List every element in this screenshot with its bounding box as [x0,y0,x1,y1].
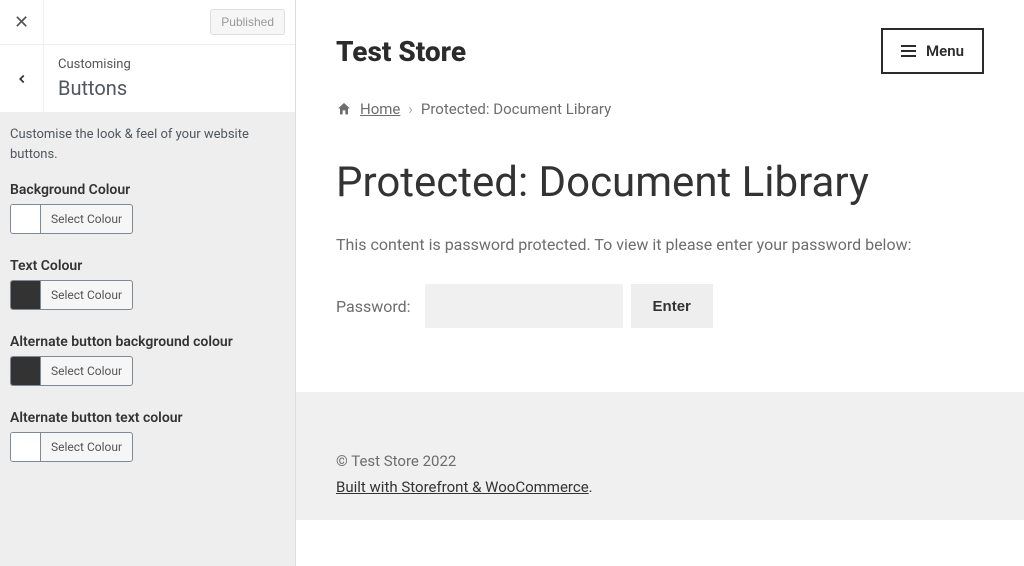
color-swatch [11,204,41,234]
color-swatch [11,432,41,462]
password-label: Password: [336,297,411,316]
page-title: Protected: Document Library [336,158,984,207]
breadcrumb-home-link[interactable]: Home [360,100,400,118]
color-swatch [11,280,41,310]
control-alt-background-colour: Alternate button background colour Selec… [10,334,285,390]
select-colour-label: Select Colour [41,364,132,378]
password-form: Password: Enter [336,284,984,328]
section-titles: Customising Buttons [44,45,145,112]
preview-header: Test Store Menu [296,0,1024,92]
section-description: Customise the look & feel of your websit… [10,125,285,164]
control-label: Text Colour [10,258,285,274]
customizer-sidebar: ✕ Published Customising Buttons Customis… [0,0,296,566]
menu-button[interactable]: Menu [881,28,984,74]
control-alt-text-colour: Alternate button text colour Select Colo… [10,410,285,466]
control-label: Background Colour [10,182,285,198]
customising-label: Customising [58,57,131,72]
control-label: Alternate button text colour [10,410,285,426]
page-content: Protected: Document Library This content… [296,126,1024,368]
protected-message: This content is password protected. To v… [336,235,984,254]
footer-credit-suffix: . [589,478,593,496]
control-background-colour: Background Colour Select Colour [10,182,285,238]
section-header: Customising Buttons [0,44,295,113]
enter-button[interactable]: Enter [631,284,713,328]
menu-label: Menu [926,42,964,60]
color-picker-button[interactable]: Select Colour [10,432,133,462]
control-text-colour: Text Colour Select Colour [10,258,285,314]
control-label: Alternate button background colour [10,334,285,350]
publish-button[interactable]: Published [210,9,285,35]
section-name: Buttons [58,76,131,100]
hamburger-icon [901,45,916,57]
color-picker-button[interactable]: Select Colour [10,356,133,386]
close-icon: ✕ [14,12,29,33]
breadcrumb-current: Protected: Document Library [421,100,611,118]
color-swatch [11,356,41,386]
footer-credit-link[interactable]: Built with Storefront & WooCommerce [336,478,589,496]
color-picker-button[interactable]: Select Colour [10,280,133,310]
color-picker-button[interactable]: Select Colour [10,204,133,234]
section-body: Customise the look & feel of your websit… [0,113,295,498]
chevron-right-icon: › [408,100,413,118]
sidebar-top-bar: ✕ Published [0,0,295,44]
site-footer: © Test Store 2022 Built with Storefront … [296,392,1024,520]
publish-cell: Published [44,0,295,44]
site-preview: Test Store Menu Home › Protected: Docume… [296,0,1024,566]
store-title[interactable]: Test Store [336,35,466,68]
footer-copyright: © Test Store 2022 [336,452,984,470]
select-colour-label: Select Colour [41,212,132,226]
chevron-left-icon [15,72,29,86]
password-input[interactable] [425,284,623,328]
footer-credit-line: Built with Storefront & WooCommerce. [336,478,984,496]
select-colour-label: Select Colour [41,440,132,454]
breadcrumb: Home › Protected: Document Library [296,92,1024,126]
select-colour-label: Select Colour [41,288,132,302]
close-customizer-button[interactable]: ✕ [0,0,44,44]
back-button[interactable] [0,45,44,112]
home-icon [336,101,352,117]
